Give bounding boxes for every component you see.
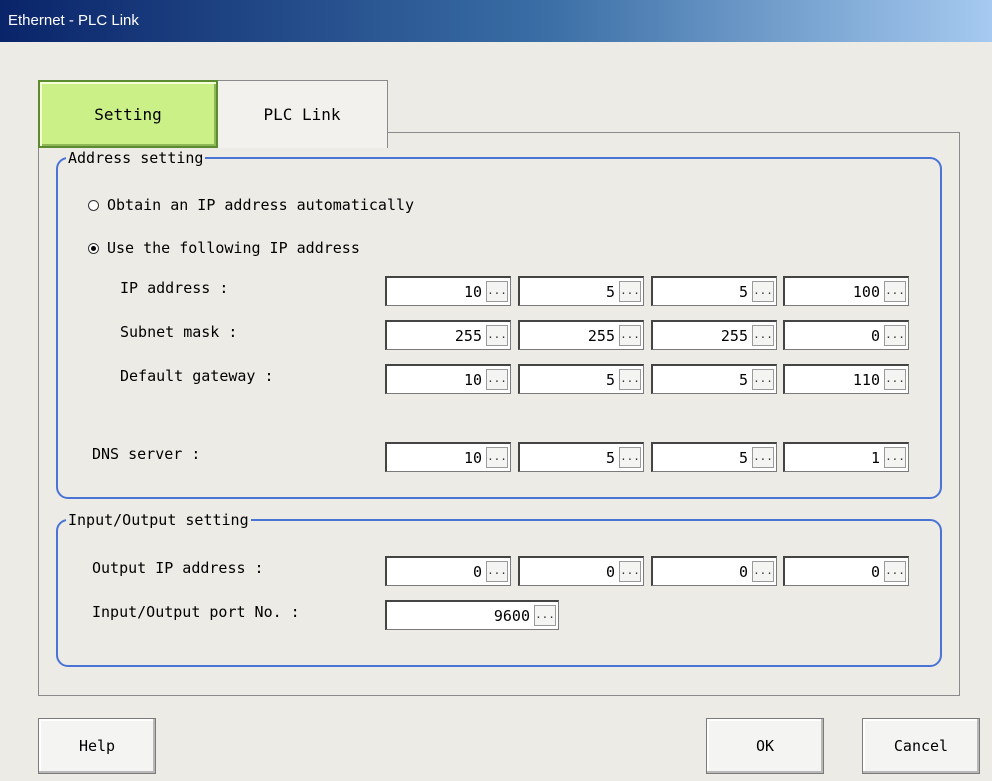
output-ip-octet-3[interactable]: 0 ...	[651, 556, 777, 586]
tab-plc-link[interactable]: PLC Link	[216, 80, 388, 148]
ip-address-octet-1-ellipsis-button[interactable]: ...	[486, 281, 508, 302]
subnet-mask-octet-4[interactable]: 0 ...	[783, 320, 909, 350]
default-gateway-octet-1-value: 10	[463, 371, 482, 389]
ip-address-octet-4-ellipsis-button[interactable]: ...	[884, 281, 906, 302]
dns-server-octet-4-ellipsis-button[interactable]: ...	[884, 447, 906, 468]
ip-address-octet-4[interactable]: 100 ...	[783, 276, 909, 306]
dns-server-octet-1[interactable]: 10 ...	[385, 442, 511, 472]
radio-use-following-label: Use the following IP address	[107, 239, 360, 257]
default-gateway-octet-1[interactable]: 10 ...	[385, 364, 511, 394]
output-ip-label: Output IP address :	[92, 559, 264, 577]
radio-off-icon[interactable]	[88, 199, 99, 211]
subnet-mask-label: Subnet mask :	[120, 323, 238, 341]
ip-address-octet-2[interactable]: 5 ...	[518, 276, 644, 306]
output-ip-octet-2-ellipsis-button[interactable]: ...	[619, 561, 641, 582]
io-port-value: 9600	[493, 607, 530, 625]
address-setting-legend: Address setting	[66, 148, 206, 168]
default-gateway-octet-2[interactable]: 5 ...	[518, 364, 644, 394]
default-gateway-octet-3[interactable]: 5 ...	[651, 364, 777, 394]
ip-address-label: IP address :	[120, 279, 229, 297]
subnet-mask-octet-3-value: 255	[720, 327, 748, 345]
default-gateway-octet-4-ellipsis-button[interactable]: ...	[884, 369, 906, 390]
ip-address-octet-2-ellipsis-button[interactable]: ...	[619, 281, 641, 302]
dns-server-octet-4[interactable]: 1 ...	[783, 442, 909, 472]
settings-panel: Address setting Obtain an IP address aut…	[38, 132, 960, 696]
radio-on-icon[interactable]	[88, 242, 99, 254]
io-port-label: Input/Output port No. :	[92, 603, 300, 621]
dns-server-octet-2-ellipsis-button[interactable]: ...	[619, 447, 641, 468]
dns-server-octet-2[interactable]: 5 ...	[518, 442, 644, 472]
subnet-mask-octet-1-ellipsis-button[interactable]: ...	[486, 325, 508, 346]
default-gateway-octet-4[interactable]: 110 ...	[783, 364, 909, 394]
subnet-mask-octet-3-ellipsis-button[interactable]: ...	[752, 325, 774, 346]
ip-address-octet-1[interactable]: 10 ...	[385, 276, 511, 306]
dns-server-octet-4-value: 1	[870, 449, 880, 467]
help-button[interactable]: Help	[38, 718, 156, 774]
io-setting-group: Input/Output setting Output IP address :…	[56, 510, 942, 667]
output-ip-octet-4[interactable]: 0 ...	[783, 556, 909, 586]
subnet-mask-octet-2[interactable]: 255 ...	[518, 320, 644, 350]
ok-button[interactable]: OK	[706, 718, 824, 774]
subnet-mask-octet-4-ellipsis-button[interactable]: ...	[884, 325, 906, 346]
output-ip-octet-4-value: 0	[870, 563, 880, 581]
subnet-mask-octet-1-value: 255	[454, 327, 482, 345]
default-gateway-label: Default gateway :	[120, 367, 274, 385]
dns-server-octet-3-ellipsis-button[interactable]: ...	[752, 447, 774, 468]
output-ip-octet-3-value: 0	[738, 563, 748, 581]
cancel-button[interactable]: Cancel	[862, 718, 980, 774]
default-gateway-octet-2-value: 5	[605, 371, 615, 389]
ip-address-octet-3[interactable]: 5 ...	[651, 276, 777, 306]
ip-address-octet-4-value: 100	[852, 283, 880, 301]
subnet-mask-octet-4-value: 0	[870, 327, 880, 345]
radio-use-following[interactable]: Use the following IP address	[88, 239, 360, 257]
output-ip-octet-2[interactable]: 0 ...	[518, 556, 644, 586]
output-ip-octet-1[interactable]: 0 ...	[385, 556, 511, 586]
output-ip-octet-2-value: 0	[605, 563, 615, 581]
ip-address-octet-2-value: 5	[605, 283, 615, 301]
tab-setting[interactable]: Setting	[38, 80, 218, 148]
subnet-mask-octet-3[interactable]: 255 ...	[651, 320, 777, 350]
default-gateway-octet-3-ellipsis-button[interactable]: ...	[752, 369, 774, 390]
ip-address-octet-1-value: 10	[463, 283, 482, 301]
dns-server-octet-1-ellipsis-button[interactable]: ...	[486, 447, 508, 468]
dns-server-octet-1-value: 10	[463, 449, 482, 467]
tab-plc-link-label: PLC Link	[263, 105, 341, 124]
io-port-field[interactable]: 9600 ...	[385, 600, 559, 630]
output-ip-octet-3-ellipsis-button[interactable]: ...	[752, 561, 774, 582]
default-gateway-octet-1-ellipsis-button[interactable]: ...	[486, 369, 508, 390]
dns-server-octet-2-value: 5	[605, 449, 615, 467]
address-setting-group: Address setting Obtain an IP address aut…	[56, 148, 942, 499]
output-ip-octet-1-value: 0	[472, 563, 482, 581]
dns-server-label: DNS server :	[92, 445, 201, 463]
dns-server-octet-3[interactable]: 5 ...	[651, 442, 777, 472]
io-port-ellipsis-button[interactable]: ...	[534, 605, 556, 626]
radio-obtain-automatically-label: Obtain an IP address automatically	[107, 196, 415, 214]
ip-address-octet-3-value: 5	[738, 283, 748, 301]
output-ip-octet-1-ellipsis-button[interactable]: ...	[486, 561, 508, 582]
radio-obtain-automatically[interactable]: Obtain an IP address automatically	[88, 196, 414, 214]
default-gateway-octet-2-ellipsis-button[interactable]: ...	[619, 369, 641, 390]
default-gateway-octet-3-value: 5	[738, 371, 748, 389]
io-setting-legend: Input/Output setting	[66, 510, 251, 530]
dns-server-octet-3-value: 5	[738, 449, 748, 467]
ip-address-octet-3-ellipsis-button[interactable]: ...	[752, 281, 774, 302]
subnet-mask-octet-1[interactable]: 255 ...	[385, 320, 511, 350]
default-gateway-octet-4-value: 110	[852, 371, 880, 389]
subnet-mask-octet-2-value: 255	[587, 327, 615, 345]
window-title: Ethernet - PLC Link	[0, 0, 992, 42]
tab-setting-label: Setting	[94, 104, 162, 124]
output-ip-octet-4-ellipsis-button[interactable]: ...	[884, 561, 906, 582]
subnet-mask-octet-2-ellipsis-button[interactable]: ...	[619, 325, 641, 346]
